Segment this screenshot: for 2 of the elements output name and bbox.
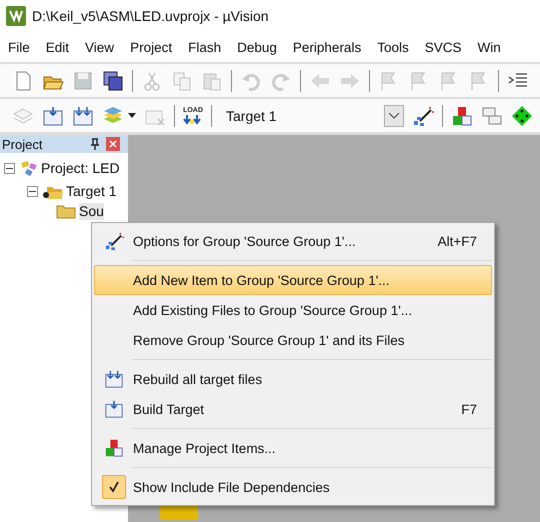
panel-title: Project: [2, 136, 44, 152]
window-title: D:\Keil_v5\ASM\LED.uvprojx - µVision: [32, 8, 269, 24]
